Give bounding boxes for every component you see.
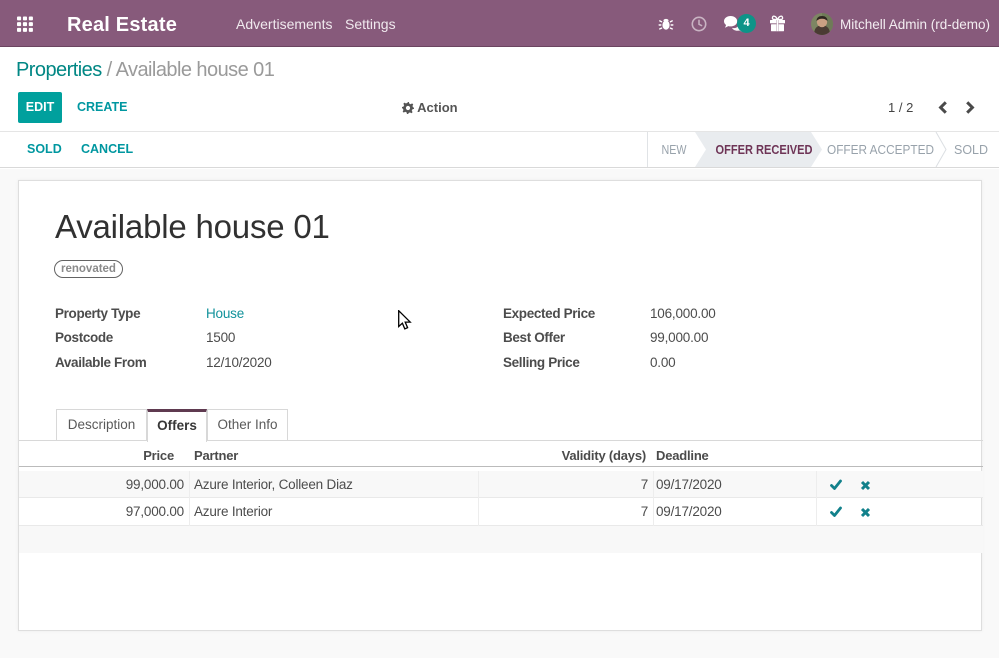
svg-text:OFFER ACCEPTED: OFFER ACCEPTED <box>827 142 934 157</box>
svg-text:SOLD: SOLD <box>954 142 988 157</box>
svg-text:NEW: NEW <box>662 142 688 157</box>
svg-text:OFFER RECEIVED: OFFER RECEIVED <box>716 143 813 157</box>
